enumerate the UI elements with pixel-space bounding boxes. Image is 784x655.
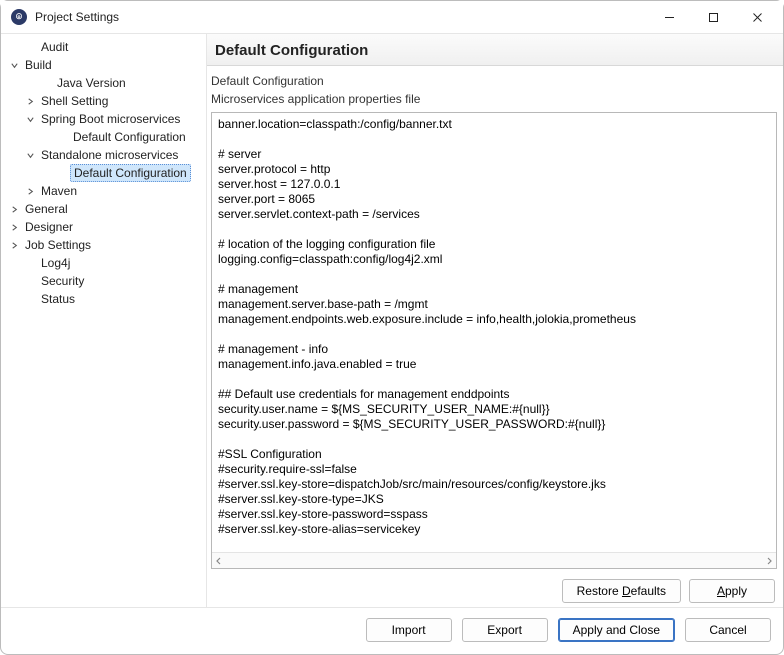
apply-button[interactable]: Apply (689, 579, 775, 603)
tree-item-standalone-ms[interactable]: Standalone microservices (5, 146, 206, 164)
chevron-down-icon[interactable] (7, 58, 21, 72)
tree-item-status[interactable]: Status (5, 290, 206, 308)
content-pane: Default Configuration Default Configurat… (206, 34, 783, 607)
tree-item-spring-default-config[interactable]: Default Configuration (5, 128, 206, 146)
window-title: Project Settings (35, 10, 119, 24)
chevron-right-icon[interactable] (23, 94, 37, 108)
tree-item-java-version[interactable]: Java Version (5, 74, 206, 92)
section-label: Default Configuration (207, 66, 783, 88)
tree-item-maven[interactable]: Maven (5, 182, 206, 200)
export-button[interactable]: Export (462, 618, 548, 642)
horizontal-scrollbar[interactable] (212, 552, 776, 568)
tree-item-designer[interactable]: Designer (5, 218, 206, 236)
chevron-right-icon[interactable] (7, 238, 21, 252)
tree-item-audit[interactable]: Audit (5, 38, 206, 56)
chevron-right-icon[interactable] (23, 184, 37, 198)
page-heading: Default Configuration (207, 34, 783, 66)
cancel-button[interactable]: Cancel (685, 618, 771, 642)
tree-item-build[interactable]: Build (5, 56, 206, 74)
import-button[interactable]: Import (366, 618, 452, 642)
chevron-right-icon[interactable] (7, 202, 21, 216)
titlebar: ⌾ Project Settings (1, 1, 783, 33)
tree-item-shell-setting[interactable]: Shell Setting (5, 92, 206, 110)
tree-item-security[interactable]: Security (5, 272, 206, 290)
properties-textarea[interactable] (212, 113, 776, 552)
properties-field-label: Microservices application properties fil… (207, 88, 783, 110)
scroll-right-icon[interactable] (764, 556, 774, 566)
tree-item-log4j[interactable]: Log4j (5, 254, 206, 272)
chevron-right-icon[interactable] (7, 220, 21, 234)
close-button[interactable] (735, 3, 779, 31)
maximize-button[interactable] (691, 3, 735, 31)
properties-textarea-wrap (211, 112, 777, 569)
tree-item-general[interactable]: General (5, 200, 206, 218)
chevron-down-icon[interactable] (23, 112, 37, 126)
chevron-down-icon[interactable] (23, 148, 37, 162)
scroll-left-icon[interactable] (214, 556, 224, 566)
dialog-footer: Import Export Apply and Close Cancel (1, 607, 783, 654)
minimize-button[interactable] (647, 3, 691, 31)
restore-defaults-button[interactable]: Restore Defaults (562, 579, 681, 603)
tree-item-standalone-default-config[interactable]: Default Configuration (5, 164, 206, 182)
tree-item-spring-boot-ms[interactable]: Spring Boot microservices (5, 110, 206, 128)
settings-tree: Audit Build Java Version Shell Setting S… (1, 34, 206, 607)
tree-item-job-settings[interactable]: Job Settings (5, 236, 206, 254)
app-icon: ⌾ (11, 9, 27, 25)
apply-and-close-button[interactable]: Apply and Close (558, 618, 675, 642)
